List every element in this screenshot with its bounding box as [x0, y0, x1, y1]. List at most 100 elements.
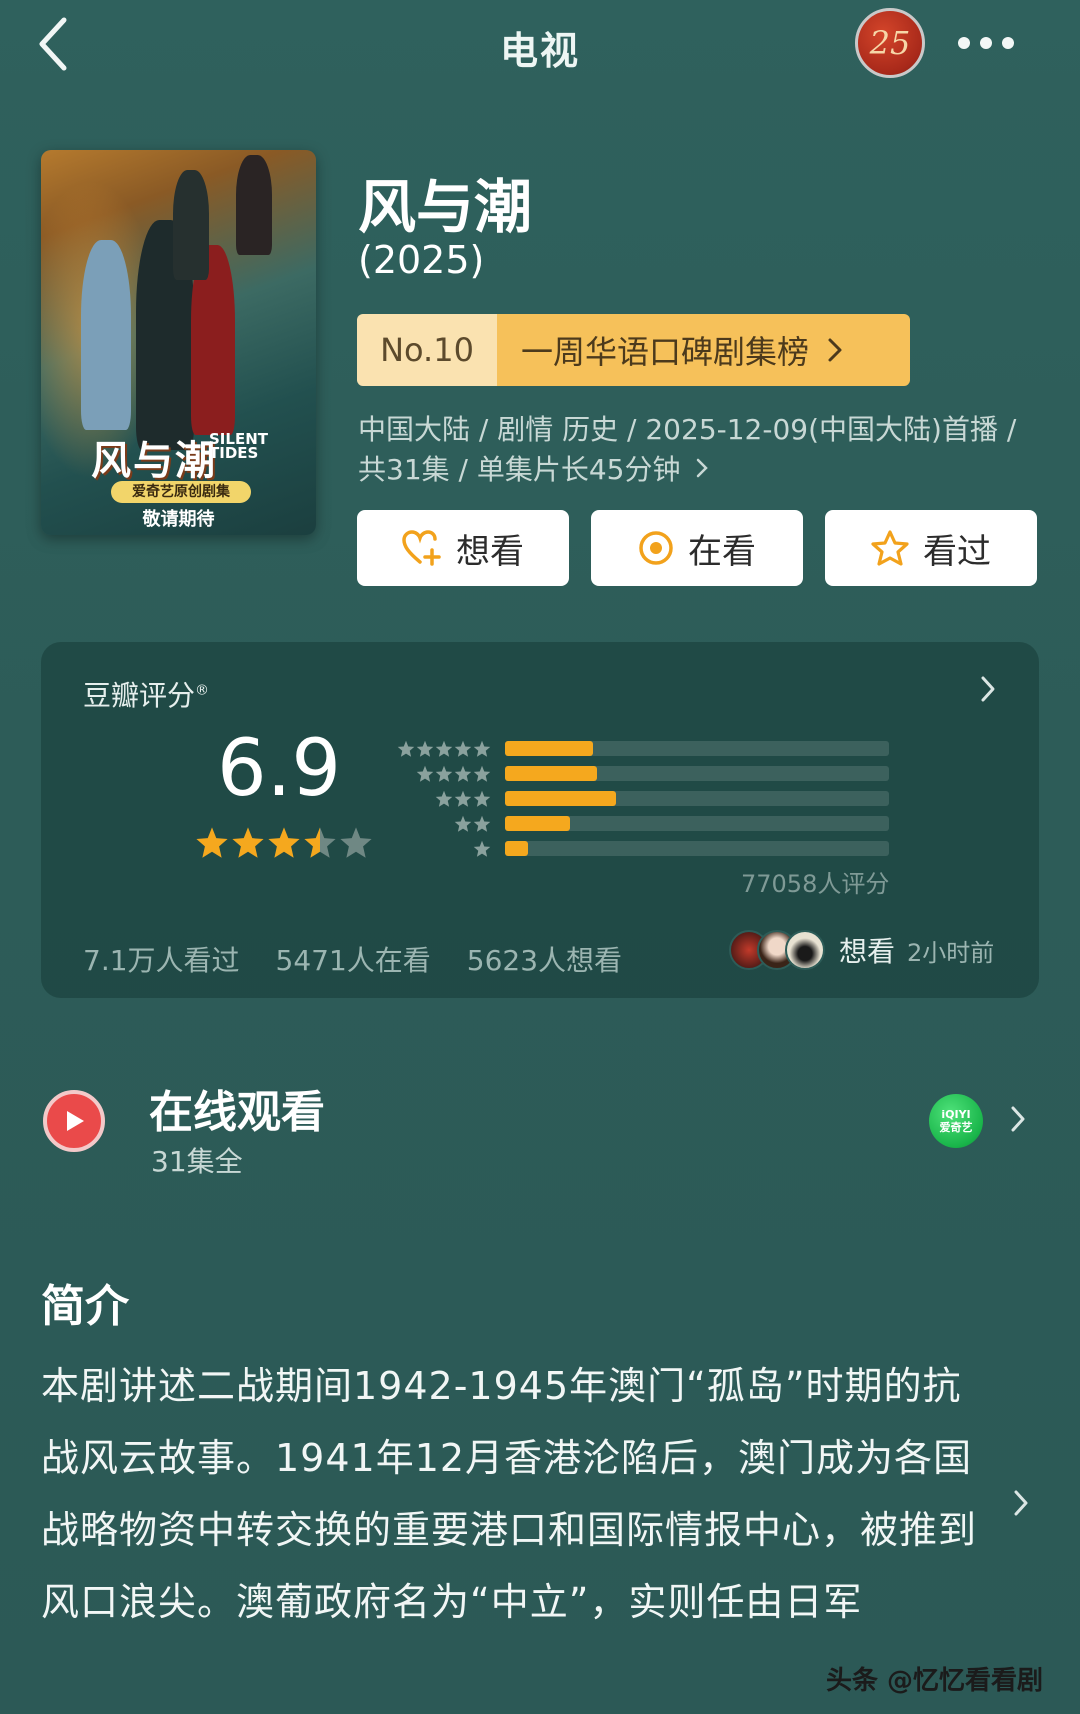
want-label: 想看: [456, 531, 524, 572]
small-star-icon: [454, 815, 472, 832]
friend-time: 2小时前: [907, 938, 995, 967]
chevron-right-icon[interactable]: [979, 674, 997, 704]
watched-button[interactable]: 看过: [825, 510, 1037, 586]
watched-label: 看过: [923, 531, 991, 572]
small-star-icon: [435, 740, 453, 757]
small-star-icon: [473, 740, 491, 757]
platform-name-cn: 爱奇艺: [939, 1121, 973, 1134]
rating-star-icon: [268, 827, 300, 858]
poster-tag: 爱奇艺原创剧集: [111, 481, 251, 503]
more-dots-icon: [958, 37, 970, 49]
poster-figure: [81, 240, 131, 430]
distribution-row: [389, 736, 889, 761]
poster-image[interactable]: 风与潮 SILENT TIDES 爱奇艺原创剧集 敬请期待: [41, 150, 316, 535]
chevron-right-icon: [697, 458, 709, 478]
show-meta-text: 中国大陆 / 剧情 历史 / 2025-12-09(中国大陆)首播 / 共31集…: [358, 413, 1017, 486]
rating-distribution: [389, 736, 889, 861]
anniversary-badge[interactable]: 25: [855, 8, 925, 78]
distribution-bar: [505, 841, 529, 856]
iqiyi-logo-icon: iQIYI 爱奇艺: [929, 1094, 983, 1148]
rank-list-name: 一周华语口碑剧集榜: [521, 333, 810, 371]
more-button[interactable]: [958, 28, 1028, 58]
small-star-icon: [473, 840, 491, 857]
distribution-bar: [505, 791, 617, 806]
distribution-track: [505, 766, 889, 781]
poster-english-title: SILENT TIDES: [209, 430, 268, 462]
small-star-icon: [435, 790, 453, 807]
rating-star-icon: [304, 827, 336, 858]
douban-rating-card[interactable]: 豆瓣评分® 6.9 77058人评分 7.1万人看过 5471人在看 5623人…: [41, 642, 1039, 998]
poster-figure: [173, 170, 209, 280]
watched-count: 7.1万人看过: [83, 944, 240, 977]
rating-star-icon: [340, 827, 372, 858]
avatar: [785, 930, 825, 970]
poster-subtitle: 敬请期待: [142, 509, 215, 530]
small-star-icon: [454, 790, 472, 807]
intro-text[interactable]: 本剧讲述二战期间1942-1945年澳门“孤岛”时期的抗战风云故事。1941年1…: [41, 1350, 986, 1638]
top-bar: 电视 25: [0, 0, 1080, 96]
small-star-icon: [454, 765, 472, 782]
watch-online-title: 在线观看: [149, 1087, 325, 1138]
show-title: 风与潮: [358, 173, 533, 241]
star-outline-icon: [871, 530, 909, 566]
action-buttons: 想看 在看 看过: [357, 510, 1037, 586]
small-star-icon: [473, 815, 491, 832]
friend-activity[interactable]: 想看 2小时前: [729, 930, 994, 970]
watch-online-row[interactable]: 在线观看 31集全 iQIYI 爱奇艺: [41, 1060, 1039, 1180]
distribution-stars: [389, 790, 491, 808]
show-year: (2025): [358, 238, 485, 282]
friend-action: 想看: [839, 935, 896, 968]
small-star-icon: [416, 740, 434, 757]
small-star-icon: [454, 740, 472, 757]
target-circle-icon: [639, 531, 673, 565]
watch-stats: 7.1万人看过 5471人在看 5623人想看: [83, 939, 622, 979]
poster-title: 风与潮: [91, 438, 217, 484]
ranking-badge[interactable]: No.10 一周华语口碑剧集榜: [357, 314, 910, 386]
rating-label-text: 豆瓣评分: [83, 679, 196, 712]
distribution-stars: [389, 815, 491, 833]
distribution-bar: [505, 816, 571, 831]
small-star-icon: [473, 790, 491, 807]
show-meta[interactable]: 中国大陆 / 剧情 历史 / 2025-12-09(中国大陆)首播 / 共31集…: [358, 410, 1018, 490]
rank-number: No.10: [357, 314, 497, 386]
chevron-right-icon[interactable]: [1012, 1488, 1030, 1518]
distribution-track: [505, 741, 889, 756]
watching-count: 5471人在看: [275, 944, 431, 977]
chevron-right-icon: [1011, 1106, 1025, 1132]
poster-figure: [236, 155, 272, 255]
want-count: 5623人想看: [466, 944, 623, 977]
rating-star-icon: [232, 827, 264, 858]
distribution-row: [389, 836, 889, 861]
rating-count: 77058人评分: [741, 870, 890, 898]
rating-score: 6.9: [217, 724, 342, 814]
watching-button[interactable]: 在看: [591, 510, 803, 586]
rating-star-icon: [196, 827, 228, 858]
rank-list: 一周华语口碑剧集榜: [497, 314, 910, 386]
distribution-bar: [505, 741, 594, 756]
distribution-bar: [505, 766, 598, 781]
distribution-row: [389, 811, 889, 836]
want-to-watch-button[interactable]: 想看: [357, 510, 569, 586]
intro-title: 简介: [41, 1281, 129, 1332]
episode-count: 31集全: [151, 1145, 243, 1178]
small-star-icon: [473, 765, 491, 782]
heart-plus-icon: [402, 530, 441, 566]
distribution-stars: [389, 740, 491, 758]
distribution-row: [389, 761, 889, 786]
small-star-icon: [416, 765, 434, 782]
chevron-right-icon: [828, 338, 842, 362]
registered-mark: ®: [195, 682, 210, 699]
platform-name-en: iQIYI: [941, 1108, 971, 1121]
watching-label: 在看: [688, 531, 756, 572]
distribution-track: [505, 791, 889, 806]
distribution-track: [505, 841, 889, 856]
small-star-icon: [435, 765, 453, 782]
rating-stars: [195, 826, 373, 860]
watermark: 头条 @忆忆看看剧: [826, 1666, 1044, 1696]
distribution-row: [389, 786, 889, 811]
play-icon: [43, 1090, 105, 1152]
small-star-icon: [397, 740, 415, 757]
distribution-stars: [389, 840, 491, 858]
distribution-stars: [389, 765, 491, 783]
distribution-track: [505, 816, 889, 831]
